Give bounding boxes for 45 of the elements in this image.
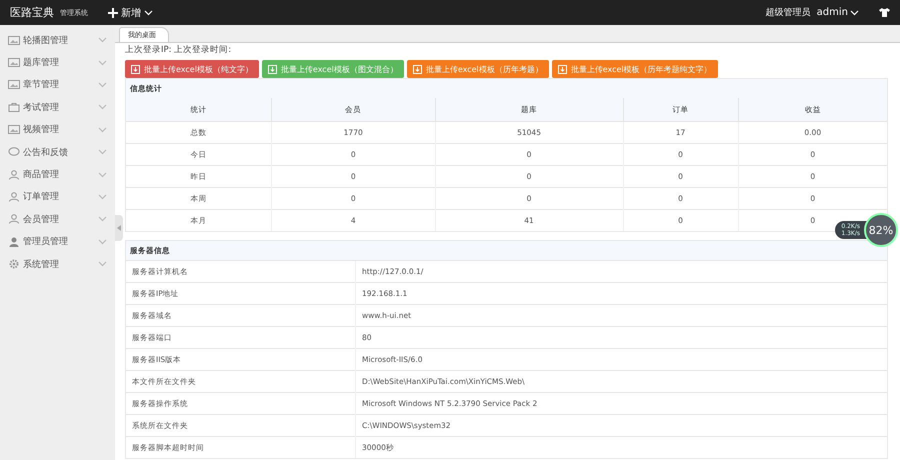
chevron-icon: [850, 10, 859, 16]
plus-icon: [108, 8, 118, 18]
bag-icon: [8, 102, 20, 112]
sidebar-item[interactable]: 商品管理: [0, 163, 115, 186]
usage-gauge: 82%: [864, 213, 898, 247]
add-menu[interactable]: 新增: [108, 6, 153, 20]
caret-icon: [117, 225, 121, 231]
image-icon: [8, 36, 20, 45]
app-logo: 医路宝典: [10, 5, 54, 20]
chevron-icon: [144, 10, 153, 16]
sidebar-item[interactable]: 订单管理: [0, 186, 115, 208]
image-icon: [8, 80, 20, 90]
user-menu[interactable]: admin: [816, 7, 859, 18]
chevron-icon: [98, 194, 107, 200]
chevron-icon: [98, 60, 107, 66]
login-info: 上次登录IP: 上次登录时间:: [125, 44, 232, 57]
chevron-icon: [98, 261, 107, 268]
chevron-icon: [98, 82, 107, 88]
sidebar-item[interactable]: 公告和反馈: [0, 140, 115, 164]
sidebar-item[interactable]: 章节管理: [0, 74, 115, 96]
sidebar-item[interactable]: 视频管理: [0, 118, 115, 141]
sidebar-item[interactable]: 题库管理: [0, 51, 115, 74]
upload-button[interactable]: 批量上传excel模板（纯文字）: [125, 60, 259, 78]
sidebar-item[interactable]: 管理员管理: [0, 230, 115, 253]
image-icon: [8, 125, 20, 134]
sidebar-item[interactable]: 会员管理: [0, 208, 115, 231]
chevron-icon: [98, 126, 107, 133]
chevron-icon: [98, 149, 107, 156]
image-icon: [8, 58, 20, 68]
sidebar-item[interactable]: 轮播图管理: [0, 29, 115, 52]
user-icon: [8, 236, 20, 247]
collapse-handle[interactable]: [115, 215, 123, 241]
gear-icon: [8, 258, 20, 270]
user-role: 超级管理员: [766, 6, 811, 19]
user-icon: [8, 170, 20, 180]
sidebar-item[interactable]: 系统管理: [0, 252, 115, 276]
chevron-icon: [98, 216, 107, 222]
chevron-icon: [98, 104, 107, 110]
sidebar-item[interactable]: 考试管理: [0, 96, 115, 119]
chevron-icon: [98, 172, 107, 178]
user-icon: [8, 192, 20, 202]
chevron-icon: [98, 37, 107, 44]
chevron-icon: [98, 238, 107, 245]
user-icon: [8, 214, 20, 224]
shirt-icon[interactable]: [879, 8, 890, 17]
